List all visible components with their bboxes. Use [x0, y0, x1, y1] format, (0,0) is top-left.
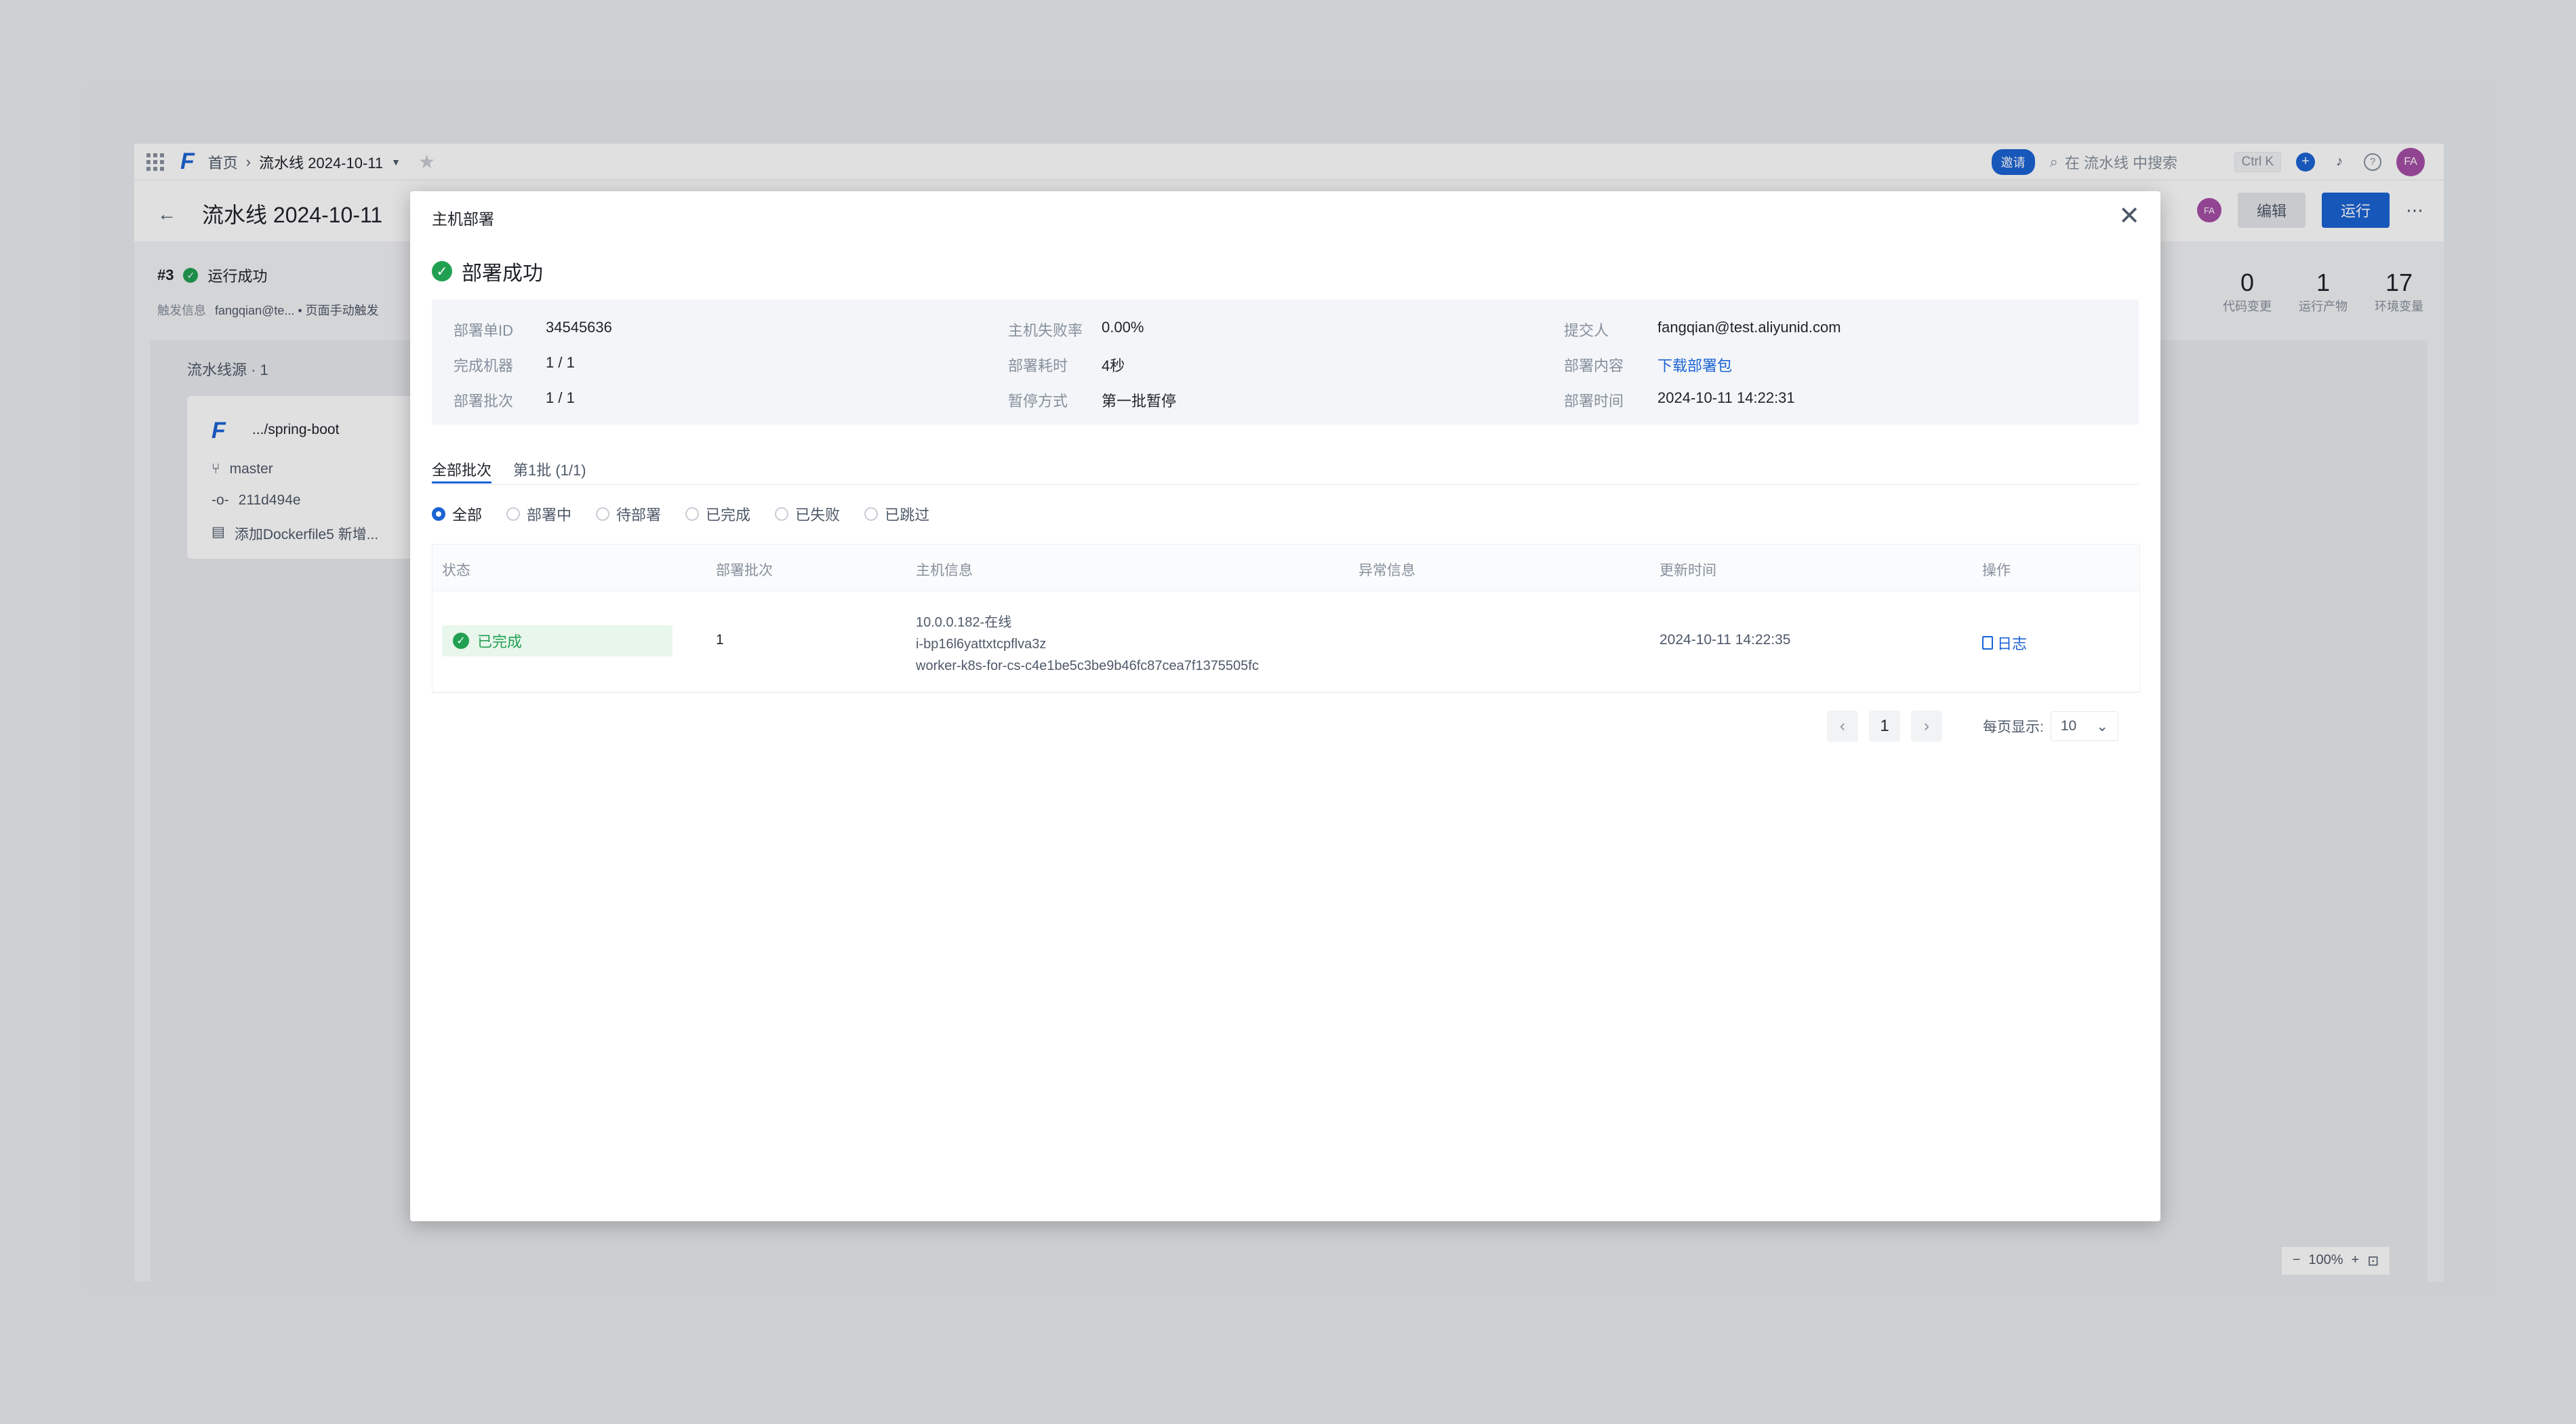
filter-deploying[interactable]: 部署中	[506, 503, 571, 525]
filter-skipped[interactable]: 已跳过	[864, 503, 929, 525]
page-size-select[interactable]: 10 ⌄	[2050, 711, 2118, 741]
pause-value: 第一批暂停	[1102, 393, 1177, 410]
col-error: 异常信息	[1359, 563, 1415, 578]
fail-rate-value: 0.00%	[1102, 319, 1144, 336]
done-machines-label: 完成机器	[454, 357, 514, 374]
filter-all[interactable]: 全部	[432, 503, 482, 525]
document-icon	[1982, 636, 1993, 650]
host-table: 状态 部署批次 主机信息 异常信息 更新时间 操作 ✓ 已完成 1 10.0.0…	[432, 544, 2140, 693]
close-icon[interactable]: ✕	[2118, 201, 2140, 231]
page-number[interactable]: 1	[1869, 711, 1900, 742]
col-updated: 更新时间	[1659, 563, 1716, 578]
pagination: ‹ 1 › 每页显示: 10 ⌄	[1827, 711, 2118, 742]
batch-tabs: 全部批次 第1批 (1/1)	[432, 452, 2139, 485]
fail-rate-label: 主机失败率	[1008, 322, 1083, 339]
row-batch: 1	[716, 632, 724, 648]
radio-checked-icon	[432, 507, 445, 521]
content-label: 部署内容	[1564, 357, 1624, 374]
tab-all-batches[interactable]: 全部批次	[432, 452, 492, 483]
success-check-icon: ✓	[453, 633, 469, 649]
submitter-label: 提交人	[1564, 322, 1609, 339]
duration-label: 部署耗时	[1008, 357, 1068, 374]
row-updated: 2024-10-11 14:22:35	[1659, 632, 1791, 648]
success-check-icon: ✓	[432, 261, 452, 281]
table-row: ✓ 已完成 1 10.0.0.182-在线 i-bp16l6yattxtcpfl…	[432, 591, 2139, 692]
radio-icon	[775, 507, 789, 521]
radio-icon	[864, 507, 879, 521]
radio-icon	[506, 507, 521, 521]
table-header: 状态 部署批次 主机信息 异常信息 更新时间 操作	[432, 545, 2139, 591]
radio-icon	[596, 507, 610, 521]
col-status: 状态	[442, 563, 470, 578]
deploy-id-value: 34545636	[546, 319, 612, 336]
batches-label: 部署批次	[454, 393, 514, 410]
download-package-link[interactable]: 下载部署包	[1657, 354, 1732, 376]
host-info: 10.0.0.182-在线 i-bp16l6yattxtcpflva3z wor…	[916, 612, 1259, 677]
page-size-label: 每页显示:	[1983, 719, 2044, 735]
filter-completed[interactable]: 已完成	[685, 503, 750, 525]
next-page-icon[interactable]: ›	[1911, 711, 1942, 742]
col-batch: 部署批次	[716, 563, 773, 578]
deploy-status: ✓ 部署成功	[432, 256, 543, 286]
deploy-id-label: 部署单ID	[454, 322, 514, 339]
duration-value: 4秒	[1102, 357, 1125, 374]
host-ip: 10.0.0.182-在线	[916, 615, 1012, 630]
status-badge: ✓ 已完成	[442, 625, 672, 656]
time-value: 2024-10-11 14:22:31	[1657, 389, 1795, 406]
deploy-info-panel: 部署单ID 34545636 完成机器 1 / 1 部署批次 1 / 1 主机失…	[432, 300, 2139, 424]
done-machines-value: 1 / 1	[546, 354, 575, 371]
log-link[interactable]: 日志	[1982, 632, 2027, 654]
host-name: worker-k8s-for-cs-c4e1be5c3be9b46fc87cea…	[916, 658, 1259, 673]
status-filter: 全部 部署中 待部署 已完成 已失败 已跳过	[432, 503, 929, 525]
batches-value: 1 / 1	[546, 389, 575, 406]
radio-icon	[685, 507, 700, 521]
page-size: 每页显示: 10 ⌄	[1983, 711, 2118, 741]
host-id: i-bp16l6yattxtcpflva3z	[916, 637, 1047, 652]
submitter-value: fangqian@test.aliyunid.com	[1657, 319, 1841, 336]
filter-failed[interactable]: 已失败	[775, 503, 840, 525]
col-action: 操作	[1982, 563, 2011, 578]
prev-page-icon[interactable]: ‹	[1827, 711, 1858, 742]
chevron-down-icon: ⌄	[2096, 718, 2108, 734]
filter-pending[interactable]: 待部署	[596, 503, 661, 525]
tab-batch-1[interactable]: 第1批 (1/1)	[513, 452, 586, 484]
deploy-status-text: 部署成功	[462, 262, 543, 285]
col-host-info: 主机信息	[916, 563, 973, 578]
pause-label: 暂停方式	[1008, 393, 1068, 410]
modal-title: 主机部署	[432, 210, 494, 228]
host-deploy-modal: 主机部署 ✕ ✓ 部署成功 部署单ID 34545636 完成机器 1 / 1 …	[410, 191, 2160, 1221]
time-label: 部署时间	[1564, 393, 1624, 410]
